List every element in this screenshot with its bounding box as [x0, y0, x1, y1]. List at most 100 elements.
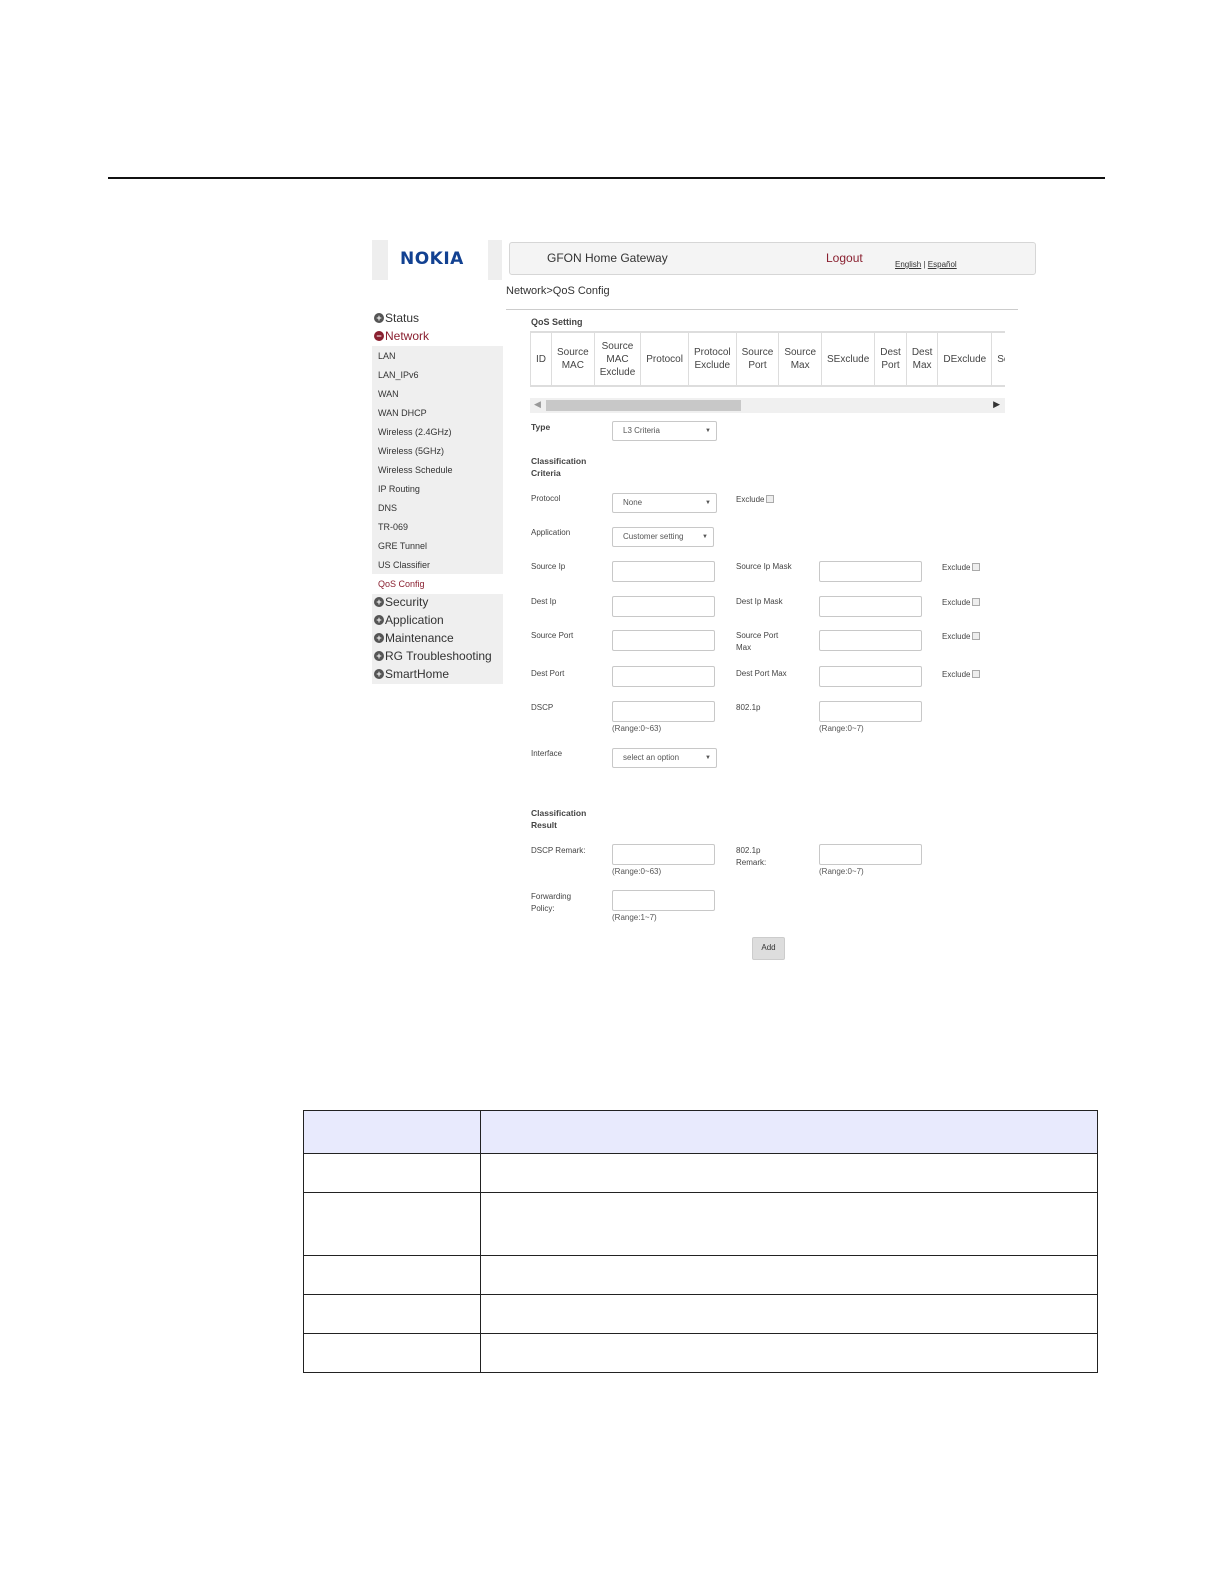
qos-setting-label: QoS Setting — [531, 317, 583, 327]
p8021-range-hint: (Range:0~7) — [819, 724, 864, 733]
dest-ip-label: Dest Ip — [531, 597, 557, 606]
source-ip-exclude-checkbox[interactable] — [972, 563, 981, 571]
sidebar-item-wireless-24[interactable]: Wireless (2.4GHz) — [378, 427, 452, 437]
dest-port-max-label: Dest Port Max — [736, 669, 787, 678]
sidebar-item-maintenance[interactable]: + Maintenance — [374, 631, 454, 645]
type-label: Type — [531, 422, 551, 432]
forwarding-range-hint: (Range:1~7) — [612, 913, 657, 922]
table-header-cell — [303, 1110, 481, 1154]
dest-ip-mask-input[interactable] — [819, 596, 922, 617]
minus-icon: − — [374, 331, 384, 341]
sidebar-item-wireless-5[interactable]: Wireless (5GHz) — [378, 446, 444, 456]
plus-icon: + — [374, 313, 384, 323]
table-header-cell — [480, 1110, 1098, 1154]
horizontal-scrollbar[interactable]: ◀ ▶ — [530, 398, 1005, 413]
dest-ip-exclude: Exclude — [942, 597, 981, 609]
sidebar-item-qos-config[interactable]: QoS Config — [378, 579, 425, 589]
forwarding-policy-label: Forwarding Policy: — [531, 892, 572, 913]
interface-select[interactable]: select an option ▼ — [612, 748, 717, 768]
p8021-remark-input[interactable] — [819, 844, 922, 865]
sidebar-item-ip-routing[interactable]: IP Routing — [378, 484, 420, 494]
application-label: Application — [531, 528, 571, 537]
sidebar-item-rg-troubleshooting[interactable]: + RG Troubleshooting — [374, 649, 492, 663]
qos-column-header: SExclude — [821, 332, 876, 386]
p8021-label: 802.1p — [736, 703, 761, 712]
plus-icon: + — [374, 651, 384, 661]
source-port-input[interactable] — [612, 630, 715, 651]
source-ip-label: Source Ip — [531, 562, 566, 571]
table-row — [303, 1192, 1098, 1256]
source-ip-input[interactable] — [612, 561, 715, 582]
plus-icon: + — [374, 615, 384, 625]
source-ip-mask-input[interactable] — [819, 561, 922, 582]
p8021-remark-label: 802.1p Remark: — [736, 846, 767, 867]
sidebar-item-dns[interactable]: DNS — [378, 503, 397, 513]
qos-column-header: DExclude — [937, 332, 993, 386]
qos-table: ID Source MAC Source MAC Exclude Protocol Proto… — [530, 332, 1005, 386]
application-select[interactable]: Customer setting ▼ — [612, 527, 714, 547]
sidebar-item-wan[interactable]: WAN — [378, 389, 399, 399]
nokia-logo: NOKIA — [400, 249, 464, 269]
sidebar-item-lan[interactable]: LAN — [378, 351, 396, 361]
plus-icon: + — [374, 597, 384, 607]
qos-column-header: Source MAC — [551, 332, 595, 386]
sidebar-item-gre-tunnel[interactable]: GRE Tunnel — [378, 541, 427, 551]
scroll-right-icon[interactable]: ▶ — [993, 399, 1000, 410]
logout-link[interactable]: Logout — [826, 251, 863, 265]
sidebar-item-security[interactable]: + Security — [374, 595, 428, 609]
sidebar-item-smarthome[interactable]: + SmartHome — [374, 667, 449, 681]
dest-ip-mask-label: Dest Ip Mask — [736, 597, 783, 606]
forwarding-policy-input[interactable] — [612, 890, 715, 911]
dscp-input[interactable] — [612, 701, 715, 722]
qos-table-header-row: ID Source MAC Source MAC Exclude Protocol Proto… — [530, 332, 1005, 386]
sidebar-network-submenu — [372, 346, 503, 574]
source-ip-exclude: Exclude — [942, 562, 981, 574]
dest-port-exclude-checkbox[interactable] — [972, 670, 981, 678]
add-button[interactable]: Add — [752, 937, 785, 960]
qos-table-wrapper: ID Source MAC Source MAC Exclude Protocol Proto… — [530, 331, 1005, 387]
protocol-exclude-checkbox[interactable] — [766, 495, 775, 503]
app-title: GFON Home Gateway — [547, 251, 668, 265]
plus-icon: + — [374, 669, 384, 679]
sidebar-item-lan-ipv6[interactable]: LAN_IPv6 — [378, 370, 419, 380]
chevron-down-icon: ▼ — [705, 428, 711, 434]
page-top-rule — [108, 177, 1105, 179]
table-row — [303, 1153, 1098, 1193]
chevron-down-icon: ▼ — [705, 500, 711, 506]
sidebar-item-status[interactable]: + Status — [374, 311, 419, 325]
dest-ip-exclude-checkbox[interactable] — [972, 598, 981, 606]
qos-column-header: Sc — [991, 332, 1005, 386]
table-row — [303, 1333, 1098, 1373]
plus-icon: + — [374, 633, 384, 643]
qos-column-header: Source Port — [735, 332, 780, 386]
sidebar-item-tr069[interactable]: TR-069 — [378, 522, 408, 532]
p8021-input[interactable] — [819, 701, 922, 722]
breadcrumb: Network>QoS Config — [506, 285, 610, 297]
dest-port-label: Dest Port — [531, 669, 565, 678]
table-row — [303, 1294, 1098, 1334]
english-link[interactable]: English — [895, 260, 921, 269]
sidebar-item-wireless-schedule[interactable]: Wireless Schedule — [378, 465, 453, 475]
dest-port-input[interactable] — [612, 666, 715, 687]
source-port-max-input[interactable] — [819, 630, 922, 651]
sidebar-item-application[interactable]: + Application — [374, 613, 444, 627]
dest-ip-input[interactable] — [612, 596, 715, 617]
qos-column-header: Protocol — [640, 332, 689, 386]
source-ip-mask-label: Source Ip Mask — [736, 562, 792, 571]
qos-column-header: Source Max — [778, 332, 823, 386]
protocol-select[interactable]: None ▼ — [612, 493, 717, 513]
sidebar-item-wan-dhcp[interactable]: WAN DHCP — [378, 408, 427, 418]
scroll-left-icon[interactable]: ◀ — [534, 399, 541, 410]
dest-port-max-input[interactable] — [819, 666, 922, 687]
dscp-remark-range-hint: (Range:0~63) — [612, 867, 662, 876]
type-select[interactable]: L3 Criteria ▼ — [612, 421, 717, 441]
protocol-exclude: Exclude — [736, 494, 775, 506]
table-header-row — [303, 1110, 1098, 1154]
espanol-link[interactable]: Español — [928, 260, 957, 269]
dscp-remark-input[interactable] — [612, 844, 715, 865]
source-port-exclude-checkbox[interactable] — [972, 632, 981, 640]
sidebar-item-us-classifier[interactable]: US Classifier — [378, 560, 430, 570]
sidebar-item-network[interactable]: − Network — [374, 329, 429, 343]
scrollbar-thumb[interactable] — [546, 400, 741, 411]
source-port-exclude: Exclude — [942, 631, 981, 643]
